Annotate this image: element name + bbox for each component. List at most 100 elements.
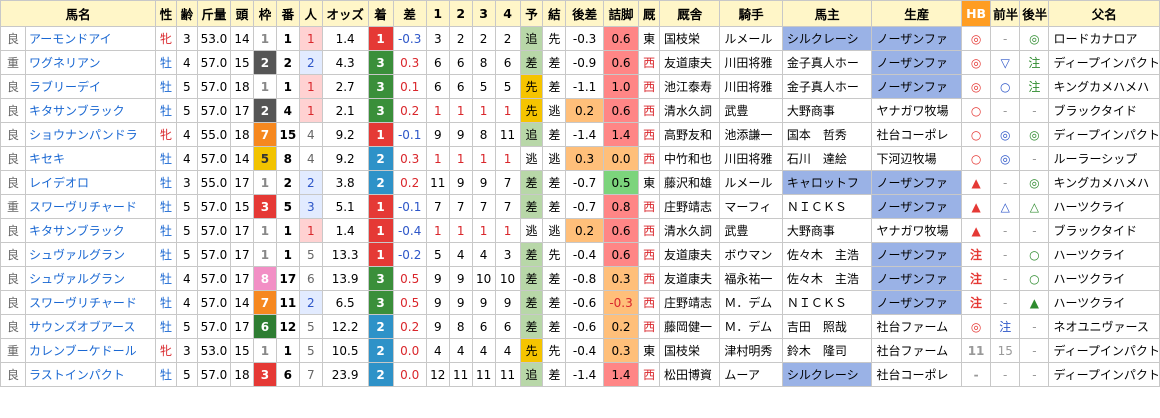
cell-name[interactable]: キタサンブラック [24, 98, 157, 123]
cell-seisan: ヤナガワ牧場 [871, 218, 962, 243]
cell-kosa: -0.6 [565, 290, 604, 315]
header-age[interactable]: 齢 [175, 0, 198, 27]
header-pred[interactable]: 予 [519, 0, 544, 27]
header-sa[interactable]: 差 [392, 0, 427, 27]
cell-name[interactable]: シュヴァルグラン [24, 242, 157, 267]
table-row[interactable]: 重スワーヴリチャード牡 5 57.0 15 3 5 3 5.1 1 -0.1 7 7 7 7 差差 -0.7 0… [0, 194, 1160, 219]
cell-to: 17 [230, 242, 254, 267]
cell-name[interactable]: カレンブーケドール [24, 338, 157, 363]
cell-tz: 西 [638, 50, 661, 75]
cell-baba: 良 [0, 122, 26, 147]
cell-kyu: 清水久詞 [659, 98, 721, 123]
cell-name[interactable]: アーモンドアイ [24, 26, 157, 51]
header-ban[interactable]: 番 [275, 0, 300, 27]
table-row[interactable]: 良ラブリーデイ牡 5 57.0 18 1 1 1 2.7 3 0.1 6 6 5 5 先差 -1.1 1.0 西池… [0, 74, 1160, 99]
table-row[interactable]: 良キタサンブラック牡 5 57.0 17 1 1 1 1.4 1 -0.4 1 1 1 1 逃逃 0.2 0.6… [0, 218, 1160, 243]
table-row[interactable]: 良サウンズオブアース牡 5 57.0 17 6 12 5 12.2 2 0.2 9 8 6 6 差差 -0.6… [0, 314, 1160, 339]
cell-name[interactable]: キタサンブラック [24, 218, 157, 243]
cell-name[interactable]: ショウナンパンドラ [24, 122, 157, 147]
header-tsume[interactable]: 詰脚 [602, 0, 640, 27]
cell-kishu: ルメール [719, 26, 783, 51]
cell-tsume: 0.6 [602, 98, 640, 123]
cell-name[interactable]: キセキ [24, 146, 157, 171]
header-c1[interactable]: 1 [425, 0, 450, 27]
cell-name[interactable]: レイデオロ [24, 170, 157, 195]
cell-tz: 西 [638, 314, 661, 339]
table-row[interactable]: 重カレンブーケドール牝 3 53.0 15 1 1 5 10.5 2 0.0 4 4 4 4 先先 -0.4 0… [0, 338, 1160, 363]
cell-pred: 追 [519, 362, 544, 387]
cell-seisan: ノーザンファ [871, 266, 962, 291]
header-kou[interactable]: 後半 [1019, 0, 1050, 27]
header-sex[interactable]: 性 [155, 0, 177, 27]
cell-kishu: 池添謙一 [719, 122, 783, 147]
table-row[interactable]: 良キセキ牡 4 57.0 14 5 8 4 9.2 2 0.3 1 1 1 1 逃逃 0.3 0.0 西中竹和也川… [0, 146, 1160, 171]
cell-kou: - [1019, 362, 1050, 387]
table-row[interactable]: 良ラストインパクト牡 5 57.0 18 3 6 7 23.9 2 0.0 12 11 11 11 追差 -1… [0, 362, 1160, 387]
cell-name[interactable]: ラブリーデイ [24, 74, 157, 99]
header-uma-name[interactable]: 馬名 [0, 0, 157, 27]
cell-name[interactable]: シュヴァルグラン [24, 266, 157, 291]
cell-tsume: -0.3 [602, 290, 640, 315]
cell-kin: 57.0 [196, 266, 232, 291]
table-row[interactable]: 良シュヴァルグラン牡 4 57.0 17 8 17 6 13.9 3 0.5 9 9 10 10 差差 -0.… [0, 266, 1160, 291]
table-row[interactable]: 良スワーヴリチャード牡 4 57.0 14 7 11 2 6.5 3 0.5 9 9 9 9 差差 -0.6-… [0, 290, 1160, 315]
cell-tsume: 0.5 [602, 170, 640, 195]
table-row[interactable]: 重ワグネリアン牡 4 57.0 15 2 2 2 4.3 3 0.3 6 6 8 6 差差 -0.9 0.6 西友… [0, 50, 1160, 75]
cell-father: ハーツクライ [1048, 266, 1160, 291]
cell-tz: 西 [638, 146, 661, 171]
cell-father: ハーツクライ [1048, 290, 1160, 315]
header-c4[interactable]: 4 [494, 0, 521, 27]
header-hb[interactable]: HB [960, 0, 992, 27]
header-banushi[interactable]: 馬主 [781, 0, 873, 27]
header-nin[interactable]: 人 [298, 0, 323, 27]
header-waku[interactable]: 枠 [253, 0, 277, 27]
header-kyu[interactable]: 厩舎 [659, 0, 721, 27]
cell-baba: 良 [0, 362, 26, 387]
cell-c4: 6 [494, 314, 521, 339]
header-c3[interactable]: 3 [471, 0, 496, 27]
cell-father: ディープインパクト [1048, 122, 1160, 147]
header-kishu[interactable]: 騎手 [719, 0, 783, 27]
header-to[interactable]: 頭 [230, 0, 254, 27]
header-seisan[interactable]: 生産 [871, 0, 962, 27]
header-tz[interactable]: 厩 [638, 0, 661, 27]
cell-name[interactable]: サウンズオブアース [24, 314, 157, 339]
cell-zen: - [990, 218, 1021, 243]
cell-name[interactable]: スワーヴリチャード [24, 290, 157, 315]
table-row[interactable]: 良ショウナンパンドラ牝 4 55.0 18 7 15 4 9.2 1 -0.1 9 9 8 11 追差 -1.… [0, 122, 1160, 147]
table-row[interactable]: 良アーモンドアイ牝 3 53.0 14 1 1 1 1.4 1 -0.3 3 2 2 2 追先 -0.3 0.6… [0, 26, 1160, 51]
cell-age: 5 [175, 362, 198, 387]
cell-res: 差 [542, 362, 567, 387]
cell-kishu: ムーア [719, 362, 783, 387]
cell-baba: 良 [0, 266, 26, 291]
cell-c1: 11 [425, 170, 450, 195]
cell-waku: 2 [253, 50, 277, 75]
cell-name[interactable]: ワグネリアン [24, 50, 157, 75]
cell-ban: 1 [275, 338, 300, 363]
cell-name[interactable]: スワーヴリチャード [24, 194, 157, 219]
cell-father: ディープインパクト [1048, 338, 1160, 363]
cell-baba: 良 [0, 170, 26, 195]
cell-name[interactable]: ラストインパクト [24, 362, 157, 387]
header-c2[interactable]: 2 [448, 0, 473, 27]
cell-pred: 差 [519, 170, 544, 195]
header-zen[interactable]: 前半 [990, 0, 1021, 27]
header-res[interactable]: 結 [542, 0, 567, 27]
table-row[interactable]: 良レイデオロ牡 3 55.0 17 1 2 2 3.8 2 0.2 11 9 9 7 差差 -0.7 0.5 東藤… [0, 170, 1160, 195]
header-kin[interactable]: 斤量 [196, 0, 232, 27]
cell-c2: 1 [448, 218, 473, 243]
header-father[interactable]: 父名 [1048, 0, 1160, 27]
header-chaku[interactable]: 着 [367, 0, 394, 27]
cell-res: 逃 [542, 218, 567, 243]
cell-zen: - [990, 362, 1021, 387]
cell-kyu: 松田博資 [659, 362, 721, 387]
header-kosa[interactable]: 後差 [565, 0, 604, 27]
cell-res: 逃 [542, 98, 567, 123]
cell-kyu: 池江泰寿 [659, 74, 721, 99]
cell-waku: 3 [253, 362, 277, 387]
cell-tz: 西 [638, 98, 661, 123]
cell-c3: 8 [471, 50, 496, 75]
table-row[interactable]: 良キタサンブラック牡 5 57.0 17 2 4 1 2.1 3 0.2 1 1 1 1 先逃 0.2 0.6 西… [0, 98, 1160, 123]
header-odds[interactable]: オッズ [321, 0, 369, 27]
table-row[interactable]: 良シュヴァルグラン牡 5 57.0 17 1 1 5 13.3 1 -0.2 5 4 4 3 差先 -0.4 0… [0, 242, 1160, 267]
